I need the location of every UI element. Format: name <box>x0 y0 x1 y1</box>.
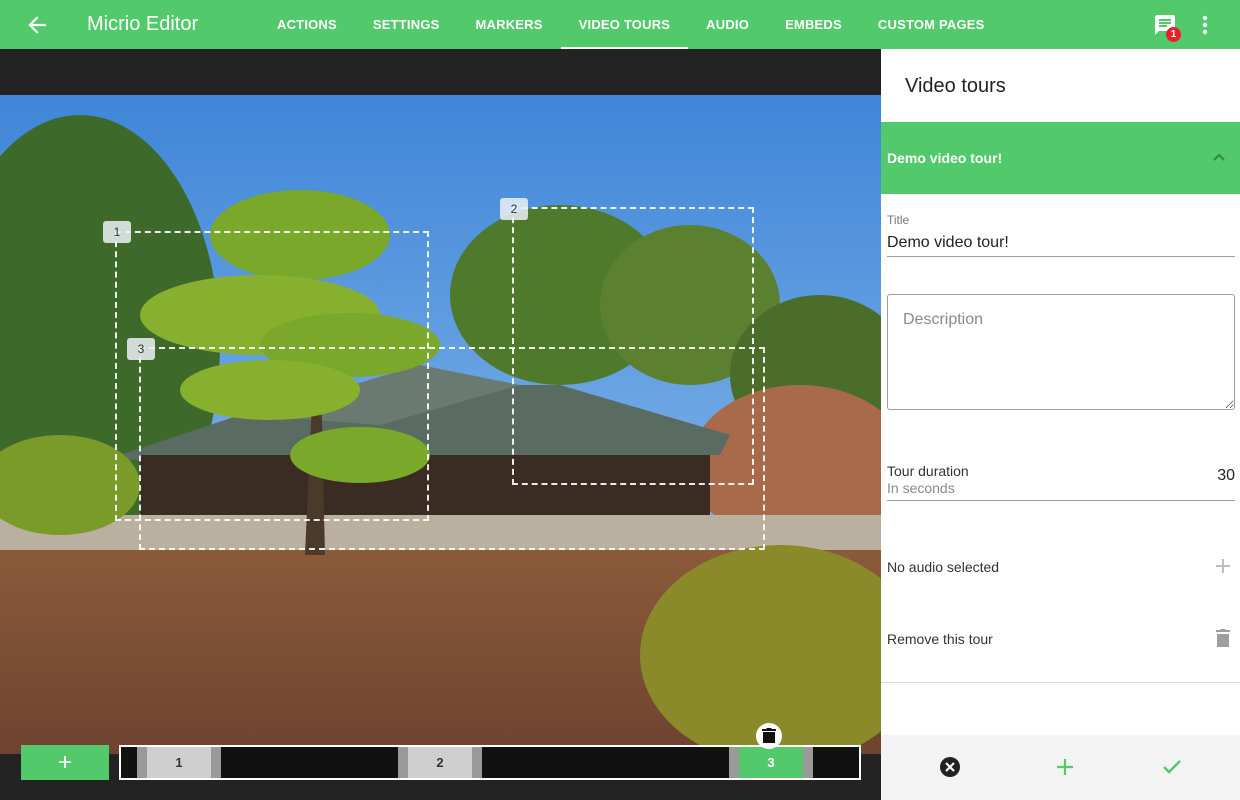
video-tours-panel: Video tours Demo video tour! Title Tour … <box>881 49 1240 800</box>
drag-handle-right[interactable] <box>211 747 221 778</box>
duration-label: Tour duration <box>887 463 969 479</box>
panel-title: Video tours <box>905 75 1006 97</box>
tab-label: EMBEDS <box>785 17 842 32</box>
tour-accordion-header[interactable]: Demo video tour! <box>881 122 1240 194</box>
add-viewport-button[interactable]: + <box>21 745 109 780</box>
duration-input[interactable] <box>1175 467 1235 485</box>
divider <box>881 682 1240 683</box>
tab-label: ACTIONS <box>277 17 337 32</box>
trash-icon <box>762 728 776 743</box>
drag-handle-left[interactable] <box>398 747 408 778</box>
tab-actions[interactable]: ACTIONS <box>259 0 355 49</box>
description-field[interactable] <box>887 294 1235 410</box>
tab-video-tours[interactable]: VIDEO TOURS <box>560 0 689 49</box>
title-field-label: Title <box>887 213 910 227</box>
plus-icon: + <box>57 748 72 776</box>
cancel-circle-icon[interactable] <box>938 755 962 779</box>
tab-audio[interactable]: AUDIO <box>688 0 767 49</box>
segment-label: 1 <box>175 755 183 770</box>
back-arrow-icon[interactable] <box>24 12 50 38</box>
title-field[interactable] <box>887 229 1235 257</box>
tab-label: VIDEO TOURS <box>578 17 671 32</box>
app-title: Micrio Editor <box>87 13 199 35</box>
remove-tour-label: Remove this tour <box>887 631 993 647</box>
tab-label: SETTINGS <box>372 17 440 32</box>
main-tabs: ACTIONS SETTINGS MARKERS VIDEO TOURS AUD… <box>259 0 1003 49</box>
drag-handle-right[interactable] <box>472 747 482 778</box>
add-audio-icon[interactable] <box>1213 556 1233 576</box>
drag-handle-left[interactable] <box>137 747 147 778</box>
tab-label: MARKERS <box>475 17 543 32</box>
timeline-segment-1[interactable]: 1 <box>137 747 221 778</box>
audio-status: No audio selected <box>887 559 1000 575</box>
segment-label: 2 <box>436 755 444 770</box>
viewport-label-1[interactable]: 1 <box>103 221 131 243</box>
top-app-bar: Micrio Editor ACTIONS SETTINGS MARKERS V… <box>0 0 1240 49</box>
notification-badge: 1 <box>1166 27 1181 42</box>
chevron-up-icon[interactable] <box>1211 150 1227 166</box>
drag-handle-right[interactable] <box>803 747 813 778</box>
tour-name: Demo video tour! <box>887 150 1003 166</box>
panel-footer <box>881 735 1240 800</box>
drag-handle-left[interactable] <box>729 747 739 778</box>
tab-settings[interactable]: SETTINGS <box>355 0 458 49</box>
tour-timeline[interactable]: 1 2 3 <box>119 745 861 780</box>
add-icon[interactable] <box>1053 755 1077 779</box>
viewport-label-2[interactable]: 2 <box>500 198 528 220</box>
more-vert-icon[interactable] <box>1196 13 1214 37</box>
image-canvas[interactable]: 1 2 3 + 1 2 3 <box>0 49 881 800</box>
segment-label: 3 <box>767 755 775 770</box>
delete-segment-button[interactable] <box>756 723 782 749</box>
tab-custom-pages[interactable]: CUSTOM PAGES <box>860 0 1003 49</box>
duration-row: Tour duration In seconds <box>887 461 1235 501</box>
duration-sublabel: In seconds <box>887 480 955 496</box>
tour-viewport-3[interactable] <box>139 347 765 550</box>
viewport-label-3[interactable]: 3 <box>127 338 155 360</box>
tab-embeds[interactable]: EMBEDS <box>767 0 860 49</box>
check-icon[interactable] <box>1160 755 1184 779</box>
tab-label: AUDIO <box>706 17 750 32</box>
timeline-segment-2[interactable]: 2 <box>398 747 482 778</box>
trash-icon[interactable] <box>1213 628 1233 648</box>
tab-markers[interactable]: MARKERS <box>458 0 561 49</box>
timeline-segment-3[interactable]: 3 <box>729 747 813 778</box>
tab-label: CUSTOM PAGES <box>877 17 985 32</box>
